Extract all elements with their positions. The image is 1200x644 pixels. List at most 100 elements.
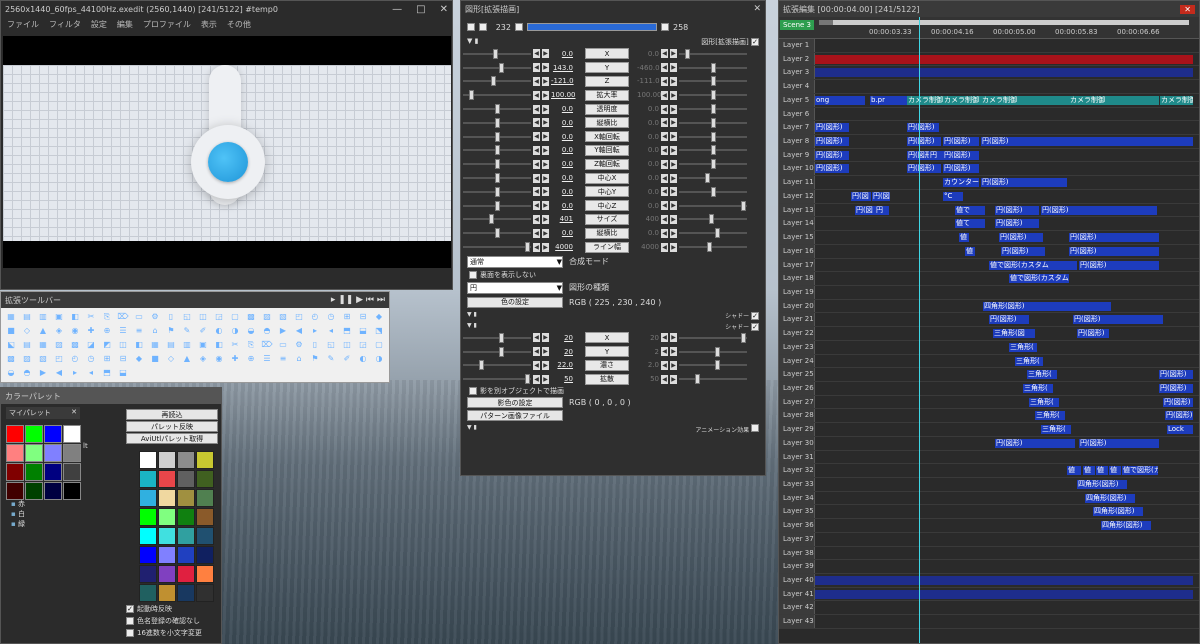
param-value-end[interactable]: -460.0 bbox=[637, 64, 660, 72]
timeline-clip[interactable] bbox=[815, 68, 1193, 78]
param-value-start[interactable]: 50 bbox=[551, 375, 573, 383]
param-value-end[interactable]: -111.0 bbox=[637, 77, 660, 85]
tree-item[interactable]: ▪ 緑 bbox=[11, 519, 25, 529]
playhead[interactable] bbox=[919, 17, 920, 643]
collapse-icon[interactable]: ▼ ▮ bbox=[467, 311, 477, 320]
slider-thumb[interactable] bbox=[489, 214, 494, 225]
spin-button[interactable]: ◀ bbox=[533, 201, 540, 211]
param-value-start[interactable]: 20 bbox=[551, 334, 573, 342]
close-icon[interactable]: ✕ bbox=[753, 4, 761, 14]
spin-button[interactable]: ▶ bbox=[670, 63, 677, 73]
param-slider-left[interactable] bbox=[463, 360, 531, 371]
toolbar-tool-icon[interactable]: ▸ bbox=[309, 325, 321, 336]
param-slider-left[interactable] bbox=[463, 76, 531, 87]
param-slider-left[interactable] bbox=[463, 374, 531, 385]
palette-swatch[interactable] bbox=[177, 470, 195, 488]
param-slider-left[interactable] bbox=[463, 62, 531, 73]
toolbar-tool-icon[interactable]: ⊕ bbox=[245, 353, 257, 364]
layer-track[interactable] bbox=[815, 107, 1199, 121]
toolbar-tool-icon[interactable]: ◒ bbox=[245, 325, 257, 336]
toolbar-tool-icon[interactable]: ▯ bbox=[165, 311, 177, 322]
anim-checkbox[interactable] bbox=[751, 424, 759, 433]
param-value-start[interactable]: 0.0 bbox=[551, 119, 573, 127]
toolbar-tool-icon[interactable]: ▸ bbox=[69, 367, 81, 378]
header-checkbox[interactable] bbox=[751, 38, 759, 46]
layer-track[interactable] bbox=[815, 285, 1199, 299]
toolbar-tool-icon[interactable]: ◂ bbox=[85, 367, 97, 378]
slider-thumb[interactable] bbox=[525, 374, 530, 385]
timeline-clip[interactable]: 四角形(図形) bbox=[1093, 507, 1143, 517]
layer-track[interactable]: 三角形( bbox=[815, 340, 1199, 354]
layer-track[interactable]: 三角形(図 円(図形) bbox=[815, 327, 1199, 340]
spin-button[interactable]: ▶ bbox=[670, 145, 677, 155]
spin-button[interactable]: ◀ bbox=[661, 347, 668, 357]
timeline-clip[interactable]: 円(図 bbox=[851, 191, 871, 201]
layer-name[interactable]: Layer 31 bbox=[779, 450, 815, 464]
layer-name[interactable]: Layer 15 bbox=[779, 231, 815, 244]
spin-button[interactable]: ▶ bbox=[542, 76, 549, 86]
timeline-clip[interactable]: 円 bbox=[875, 205, 889, 215]
spin-button[interactable]: ◀ bbox=[533, 214, 540, 224]
shadow-checkbox-2[interactable] bbox=[751, 322, 759, 331]
color-button[interactable]: 色の設定 bbox=[467, 296, 563, 308]
slider-thumb[interactable] bbox=[741, 332, 746, 343]
spin-button[interactable]: ◀ bbox=[533, 63, 540, 73]
param-value-end[interactable]: 0.0 bbox=[637, 146, 659, 154]
toolbar-tool-icon[interactable]: ✚ bbox=[229, 353, 241, 364]
slider-thumb[interactable] bbox=[469, 90, 474, 101]
toolbar-tool-icon[interactable]: ◴ bbox=[69, 353, 81, 364]
param-slider-left[interactable] bbox=[463, 145, 531, 156]
collapse-icon[interactable]: ▼ ▮ bbox=[467, 322, 477, 331]
layer-track[interactable] bbox=[815, 450, 1199, 464]
toolbar-tool-icon[interactable]: ⚙ bbox=[149, 311, 161, 322]
timeline-clip[interactable]: 円(図形) bbox=[989, 315, 1029, 325]
timeline-clip[interactable]: ong bbox=[815, 95, 865, 105]
param-value-end[interactable]: 0.0 bbox=[637, 105, 659, 113]
timeline-clip[interactable]: カメラ制御 bbox=[981, 95, 1069, 105]
timeline-clip[interactable]: 値 bbox=[1067, 466, 1081, 476]
param-slider-right[interactable] bbox=[679, 104, 747, 115]
color-swatch[interactable] bbox=[63, 444, 81, 462]
spin-button[interactable]: ◀ bbox=[661, 360, 668, 370]
timeline-clip[interactable]: 円(図形) bbox=[943, 137, 979, 147]
toolbar-tool-icon[interactable]: ◒ bbox=[5, 367, 17, 378]
layer-name[interactable]: Layer 25 bbox=[779, 368, 815, 381]
toolbar-tool-icon[interactable]: ⌦ bbox=[117, 311, 129, 322]
minimize-icon[interactable]: — bbox=[392, 4, 402, 15]
toolbar-tool-icon[interactable]: ▭ bbox=[133, 311, 145, 322]
layer-name[interactable]: Layer 29 bbox=[779, 423, 815, 436]
param-value-end[interactable]: 50 bbox=[637, 375, 659, 383]
param-value-start[interactable]: 0.0 bbox=[551, 50, 573, 58]
param-value-start[interactable]: 0.0 bbox=[551, 229, 573, 237]
collapse-icon[interactable]: ▼ ▮ bbox=[467, 424, 477, 434]
timeline-clip[interactable]: 値で図形(カスタム bbox=[989, 260, 1077, 270]
toolbar-tool-icon[interactable]: ◑ bbox=[373, 353, 385, 364]
toolbar-tool-icon[interactable]: ▩ bbox=[69, 339, 81, 350]
spin-button[interactable]: ◀ bbox=[533, 118, 540, 128]
param-value-end[interactable]: 0.0 bbox=[637, 202, 659, 210]
param-slider-right[interactable] bbox=[679, 48, 747, 59]
spin-button[interactable]: ▶ bbox=[542, 347, 549, 357]
layer-name[interactable]: Layer 5 bbox=[779, 93, 815, 107]
param-slider-right[interactable] bbox=[679, 131, 747, 142]
timeline-clip[interactable]: 円(図形) bbox=[1159, 383, 1193, 393]
timeline-clip[interactable]: 円(図形) bbox=[815, 164, 849, 174]
spin-button[interactable]: ▶ bbox=[542, 104, 549, 114]
palette-swatch[interactable] bbox=[139, 489, 157, 507]
timeline-clip[interactable]: 円(図形) bbox=[907, 137, 941, 147]
toolbar-tool-icon[interactable]: ⌂ bbox=[293, 353, 305, 364]
palette-swatch[interactable] bbox=[196, 565, 214, 583]
toolbar-tool-icon[interactable]: ◓ bbox=[261, 325, 273, 336]
color-swatch[interactable] bbox=[6, 444, 24, 462]
spin-button[interactable]: ◀ bbox=[661, 159, 668, 169]
param-value-end[interactable]: 4000 bbox=[637, 243, 659, 251]
param-label-button[interactable]: X bbox=[585, 332, 629, 344]
toolbar-tool-icon[interactable]: ⊞ bbox=[101, 353, 113, 364]
timeline-clip[interactable]: 値で図形(カスタム bbox=[1009, 274, 1069, 284]
param-value-end[interactable]: 0.0 bbox=[637, 50, 659, 58]
layer-name[interactable]: Layer 43 bbox=[779, 615, 815, 628]
toolbar-tool-icon[interactable]: ▤ bbox=[165, 339, 177, 350]
spin-button[interactable]: ▶ bbox=[670, 90, 677, 100]
layer-track[interactable]: 四角形(図形) bbox=[815, 519, 1199, 532]
slider-thumb[interactable] bbox=[711, 131, 716, 142]
